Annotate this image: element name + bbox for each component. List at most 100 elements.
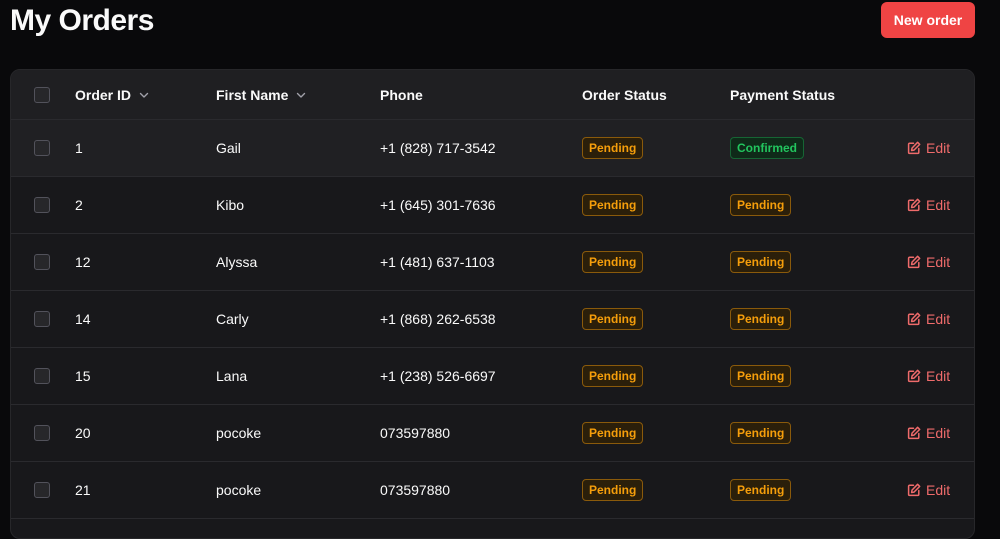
edit-label: Edit	[926, 140, 951, 156]
row-checkbox[interactable]	[34, 254, 50, 270]
edit-icon	[907, 198, 921, 212]
row-checkbox[interactable]	[34, 197, 50, 213]
edit-label: Edit	[926, 197, 951, 213]
new-order-button[interactable]: New order	[881, 2, 975, 38]
table-row[interactable]: 1 Gail +1 (828) 717-3542 Pending Confirmed Ed…	[11, 120, 974, 177]
order-id-cell: 1	[75, 140, 83, 156]
edit-button[interactable]: Edit	[907, 482, 950, 498]
table-row[interactable]: 12 Alyssa +1 (481) 637-1103 Pending Pending E…	[11, 234, 974, 291]
row-select-cell	[34, 405, 50, 461]
payment-status-cell: Confirmed	[730, 120, 804, 176]
table-row[interactable]: 14 Carly +1 (868) 262-6538 Pending Pending Ed…	[11, 291, 974, 348]
edit-button[interactable]: Edit	[907, 311, 950, 327]
chevron-down-icon[interactable]	[138, 89, 150, 101]
edit-icon	[907, 141, 921, 155]
row-select-cell	[34, 291, 50, 347]
row-checkbox[interactable]	[34, 311, 50, 327]
phone-cell: +1 (645) 301-7636	[380, 197, 496, 213]
edit-button[interactable]: Edit	[907, 368, 950, 384]
table-row[interactable]: 15 Lana +1 (238) 526-6697 Pending Pending Edi…	[11, 348, 974, 405]
edit-icon	[907, 312, 921, 326]
row-checkbox[interactable]	[34, 482, 50, 498]
phone-cell: +1 (828) 717-3542	[380, 140, 496, 156]
edit-icon	[907, 369, 921, 383]
first-name-cell: Gail	[216, 140, 241, 156]
order-id-cell: 12	[75, 254, 91, 270]
payment-status-badge: Pending	[730, 479, 792, 501]
first-name-cell: Kibo	[216, 197, 245, 213]
edit-label: Edit	[926, 425, 951, 441]
edit-button[interactable]: Edit	[907, 197, 950, 213]
order-status-badge: Pending	[582, 308, 644, 330]
first-name-cell: Alyssa	[216, 254, 258, 270]
order-status-badge: Pending	[582, 479, 644, 501]
column-header-order-id[interactable]: Order ID	[75, 70, 150, 119]
payment-status-badge: Pending	[730, 422, 792, 444]
order-status-cell: Pending	[582, 234, 644, 290]
table-row[interactable]: 20 pocoke 073597880 Pending Pending Edit	[11, 405, 974, 462]
table-header: Order ID First Name Phone Order Status P…	[11, 70, 974, 120]
table-row[interactable]: 2 Kibo +1 (645) 301-7636 Pending Pending Edit	[11, 177, 974, 234]
payment-status-cell: Pending	[730, 405, 792, 461]
table-row[interactable]: 21 pocoke 073597880 Pending Pending Edit	[11, 462, 974, 519]
row-select-cell	[34, 120, 50, 176]
row-select-cell	[34, 177, 50, 233]
edit-cell: Edit	[907, 120, 950, 176]
phone-cell: 073597880	[380, 482, 451, 498]
order-id-cell: 20	[75, 425, 91, 441]
order-id-cell: 14	[75, 311, 91, 327]
edit-icon	[907, 483, 921, 497]
edit-label: Edit	[926, 482, 951, 498]
chevron-down-icon[interactable]	[295, 89, 307, 101]
edit-button[interactable]: Edit	[907, 254, 950, 270]
row-checkbox[interactable]	[34, 425, 50, 441]
page-title: My Orders	[10, 4, 154, 37]
order-status-cell: Pending	[582, 348, 644, 404]
order-status-cell: Pending	[582, 405, 644, 461]
phone-cell: +1 (868) 262-6538	[380, 311, 496, 327]
first-name-cell: pocoke	[216, 425, 262, 441]
payment-status-badge: Pending	[730, 308, 792, 330]
order-id-cell: 15	[75, 368, 91, 384]
payment-status-badge: Pending	[730, 251, 792, 273]
edit-cell: Edit	[907, 462, 950, 518]
phone-cell: +1 (238) 526-6697	[380, 368, 496, 384]
payment-status-cell: Pending	[730, 234, 792, 290]
first-name-cell: Carly	[216, 311, 249, 327]
edit-cell: Edit	[907, 291, 950, 347]
row-checkbox[interactable]	[34, 140, 50, 156]
first-name-cell: Lana	[216, 368, 248, 384]
order-id-cell: 21	[75, 482, 91, 498]
edit-cell: Edit	[907, 177, 950, 233]
select-all-checkbox[interactable]	[34, 86, 50, 103]
order-status-badge: Pending	[582, 194, 644, 216]
column-header-payment-status: Payment Status	[730, 86, 836, 103]
edit-label: Edit	[926, 254, 951, 270]
edit-cell: Edit	[907, 405, 950, 461]
edit-cell: Edit	[907, 234, 950, 290]
column-header-phone: Phone	[380, 86, 423, 103]
phone-cell: +1 (481) 637-1103	[380, 254, 495, 270]
payment-status-badge: Confirmed	[730, 137, 804, 159]
order-status-badge: Pending	[582, 365, 644, 387]
edit-icon	[907, 255, 921, 269]
payment-status-cell: Pending	[730, 177, 792, 233]
column-label-first-name: First Name	[216, 86, 289, 103]
edit-icon	[907, 426, 921, 440]
order-status-cell: Pending	[582, 177, 644, 233]
edit-button[interactable]: Edit	[907, 140, 950, 156]
orders-table: Order ID First Name Phone Order Status P…	[10, 69, 975, 539]
column-header-order-status: Order Status	[582, 86, 667, 103]
order-status-cell: Pending	[582, 462, 644, 518]
select-all-cell	[34, 70, 50, 119]
order-status-cell: Pending	[582, 120, 644, 176]
row-checkbox[interactable]	[34, 368, 50, 384]
edit-label: Edit	[926, 311, 951, 327]
column-header-first-name[interactable]: First Name	[216, 70, 307, 119]
edit-button[interactable]: Edit	[907, 425, 950, 441]
edit-label: Edit	[926, 368, 951, 384]
payment-status-cell: Pending	[730, 348, 792, 404]
payment-status-badge: Pending	[730, 365, 792, 387]
first-name-cell: pocoke	[216, 482, 262, 498]
row-select-cell	[34, 462, 50, 518]
